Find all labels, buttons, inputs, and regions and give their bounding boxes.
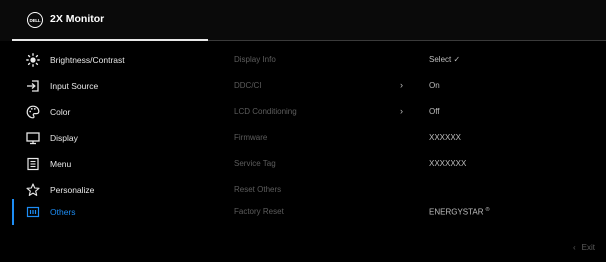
registered-mark: ® xyxy=(485,207,490,213)
menu-item-label: Menu xyxy=(50,159,72,169)
menu-item-label: Personalize xyxy=(50,185,95,195)
settings-row-service-tag[interactable]: Service Tag XXXXXXX xyxy=(234,151,606,177)
setting-label: Display Info xyxy=(234,55,276,64)
star-icon xyxy=(26,183,40,196)
menu-item-label: Input Source xyxy=(50,81,99,91)
settings-row-ddc-ci[interactable]: DDC/CI › On xyxy=(234,73,606,99)
menu-item-label: Brightness/Contrast xyxy=(50,55,125,65)
settings-row-firmware[interactable]: Firmware XXXXXX xyxy=(234,125,606,151)
setting-label: DDC/CI xyxy=(234,81,262,90)
menu-item-label: Display xyxy=(50,133,78,143)
active-indicator xyxy=(12,199,14,225)
setting-label: LCD Conditioning xyxy=(234,107,297,116)
chevron-right-icon: › xyxy=(400,80,403,90)
menu-item-menu[interactable]: Menu xyxy=(12,151,208,177)
menu-item-display[interactable]: Display xyxy=(12,125,208,151)
menu-item-input-source[interactable]: Input Source xyxy=(12,73,208,99)
setting-value: Off xyxy=(429,107,440,116)
setting-value: Select ✓ xyxy=(429,55,461,64)
settings-row-display-info[interactable]: Display Info Select ✓ xyxy=(234,47,606,73)
setting-label: Service Tag xyxy=(234,159,276,168)
setting-label: Firmware xyxy=(234,133,268,142)
setting-value: On xyxy=(429,81,440,90)
setting-value: ENERGYSTAR ® xyxy=(429,207,490,217)
header-divider-active xyxy=(12,39,208,41)
setting-value: XXXXXX xyxy=(429,133,462,142)
settings-row-lcd-conditioning[interactable]: LCD Conditioning › Off xyxy=(234,99,606,125)
menu-item-others[interactable]: Others xyxy=(12,199,208,225)
display-icon xyxy=(26,132,40,145)
brightness-icon xyxy=(26,53,40,67)
menu-item-label: Others xyxy=(50,207,76,217)
color-palette-icon xyxy=(26,105,40,119)
chevron-left-icon: ‹ xyxy=(573,243,576,252)
chevron-right-icon: › xyxy=(400,106,403,116)
setting-label: Reset Others xyxy=(234,185,282,194)
monitor-title: 2X Monitor xyxy=(50,13,105,25)
others-icon xyxy=(26,206,40,218)
menu-item-brightness-contrast[interactable]: Brightness/Contrast xyxy=(12,47,208,73)
input-source-icon xyxy=(27,80,39,92)
setting-label: Factory Reset xyxy=(234,207,284,216)
menu-icon xyxy=(27,157,39,171)
exit-label: Exit xyxy=(581,243,596,252)
settings-row-factory-reset[interactable]: Factory Reset ENERGYSTAR ® xyxy=(234,199,606,225)
header-bar: DELL 2X Monitor xyxy=(0,0,606,41)
menu-item-color[interactable]: Color xyxy=(12,99,208,125)
setting-value: XXXXXXX xyxy=(429,159,467,168)
menu-item-label: Color xyxy=(50,107,71,117)
energystar-label: ENERGYSTAR xyxy=(429,207,484,217)
exit-button[interactable]: ‹ Exit xyxy=(573,243,595,252)
dell-logo: DELL xyxy=(27,12,43,28)
